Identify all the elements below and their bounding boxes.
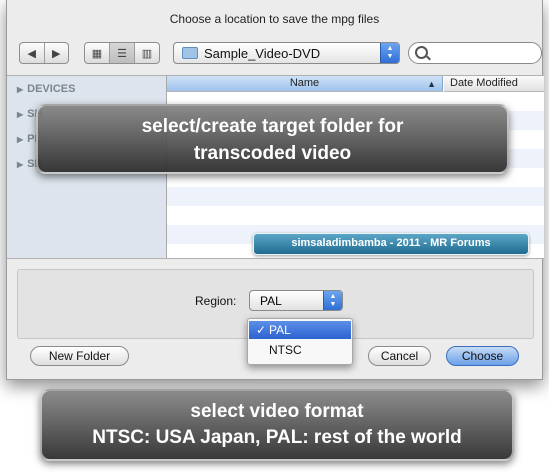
nav-buttons: ◀ ▶ [19,42,69,64]
region-menu: ✓ PAL NTSC [247,318,353,365]
triangle-right-icon: ▶ [52,47,61,60]
search-input[interactable] [408,42,542,64]
triangle-left-icon: ◀ [27,47,36,60]
grid-icon: ▦ [91,47,103,60]
back-button[interactable]: ◀ [20,43,45,63]
folder-popup[interactable]: Sample_Video-DVD ▲ ▼ [173,42,400,64]
region-label: Region: [195,294,237,308]
checkmark-icon: ✓ [256,323,267,337]
folder-name: Sample_Video-DVD [204,46,321,61]
sidebar-section-devices[interactable]: ▶ DEVICES [17,83,75,95]
search-icon [415,46,428,59]
columns-icon: ▥ [141,47,153,60]
region-popup[interactable]: PAL ▲ ▼ [249,290,343,311]
disclosure-triangle-icon: ▶ [17,135,24,144]
column-header-date[interactable]: Date Modified [444,76,544,92]
icon-view-button[interactable]: ▦ [85,43,110,63]
forward-button[interactable]: ▶ [45,43,69,63]
new-folder-button[interactable]: New Folder [30,346,129,366]
choose-button[interactable]: Choose [446,346,519,366]
sort-ascending-icon: ▲ [427,79,436,89]
folder-icon [182,47,198,59]
disclosure-triangle-icon: ▶ [17,85,24,94]
menu-item-pal[interactable]: ✓ PAL [249,321,351,339]
disclosure-triangle-icon: ▶ [17,160,24,169]
column-header-name[interactable]: Name ▲ [167,76,443,92]
list-row-stripe [167,187,544,206]
watermark-label: simsaladimbamba - 2011 - MR Forums [253,233,529,255]
chevron-updown-icon: ▲ ▼ [323,291,342,310]
disclosure-triangle-icon: ▶ [17,110,24,119]
cancel-button[interactable]: Cancel [368,346,431,366]
view-mode-buttons: ▦ ☰ ▥ [84,42,160,64]
dialog-title: Choose a location to save the mpg files [169,12,380,26]
annotation-target-folder: select/create target folder for transcod… [36,104,509,174]
column-view-button[interactable]: ▥ [135,43,159,63]
menu-item-ntsc[interactable]: NTSC [249,341,351,359]
list-icon: ☰ [117,47,127,60]
annotation-video-format: select video format NTSC: USA Japan, PAL… [40,389,514,461]
chevron-updown-icon: ▲ ▼ [380,43,399,63]
list-view-button[interactable]: ☰ [110,43,135,63]
region-selected-value: PAL [260,294,282,308]
